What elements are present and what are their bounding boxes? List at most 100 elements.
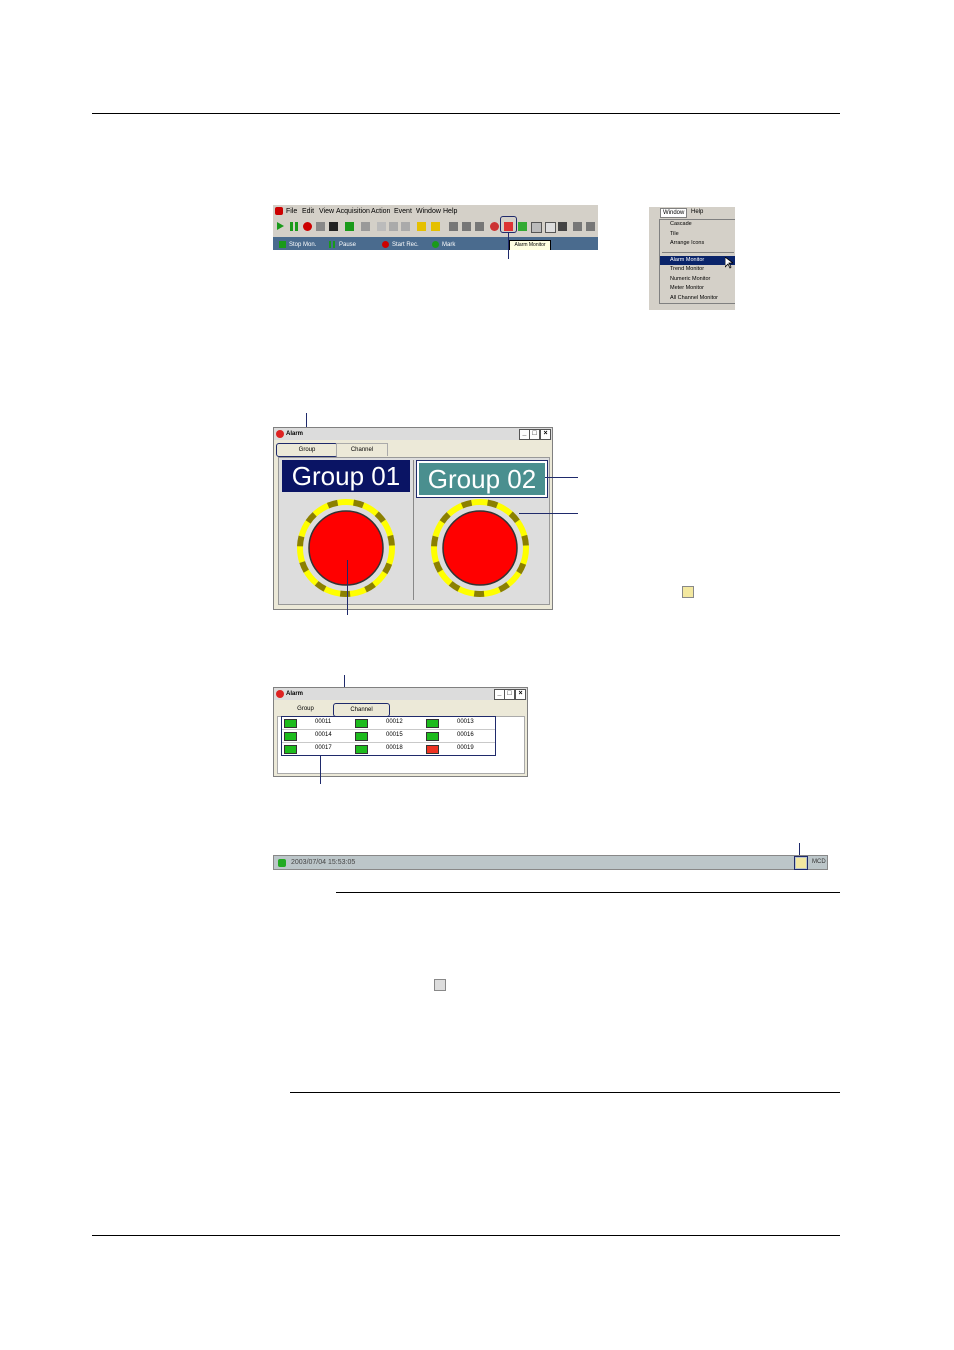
channel-number: 00012 bbox=[386, 719, 403, 725]
play-icon[interactable] bbox=[277, 222, 284, 230]
menu-action[interactable]: Action bbox=[371, 208, 390, 215]
trend-monitor-icon[interactable] bbox=[518, 222, 527, 231]
group-02-alarm-lamp bbox=[431, 499, 529, 597]
stop-monitor-icon bbox=[279, 241, 286, 248]
pause-icon[interactable] bbox=[290, 222, 299, 231]
cut-icon[interactable] bbox=[377, 222, 386, 231]
menu-item-meter-monitor[interactable]: Meter Monitor bbox=[660, 284, 735, 294]
app-icon bbox=[275, 207, 283, 215]
menu-item-all-channel-monitor[interactable]: All Channel Monitor bbox=[660, 294, 735, 304]
menu-item-alarm-monitor[interactable]: Alarm Monitor bbox=[660, 255, 735, 265]
alarm-led-icon bbox=[284, 745, 297, 754]
close-button[interactable]: × bbox=[540, 429, 551, 440]
alarm-led-icon bbox=[284, 719, 297, 728]
alarm-channel-titlebar: Alarm _ □ × bbox=[274, 688, 527, 700]
start-rec-button[interactable]: Start Rec. bbox=[382, 241, 419, 248]
close-button-2[interactable]: × bbox=[515, 689, 526, 700]
print-icon[interactable] bbox=[586, 222, 595, 231]
link-icon[interactable] bbox=[361, 222, 370, 231]
section-rule-1 bbox=[336, 892, 840, 893]
channel-cell[interactable]: 00015 bbox=[353, 731, 424, 741]
maximize-button-2[interactable]: □ bbox=[504, 689, 515, 700]
menu-file[interactable]: File bbox=[286, 208, 297, 215]
section-rule-2 bbox=[290, 1092, 840, 1093]
paste-icon[interactable] bbox=[401, 222, 410, 231]
all-channel-monitor-icon[interactable] bbox=[558, 222, 567, 231]
channel-cell[interactable]: 00016 bbox=[424, 731, 495, 741]
channel-number: 00016 bbox=[457, 732, 474, 738]
status-bar: 2003/07/04 15:53:05 MCD bbox=[273, 855, 828, 870]
report-icon[interactable] bbox=[573, 222, 582, 231]
channel-number: 00019 bbox=[457, 745, 474, 751]
toolbar-screenshot: File Edit View Acquisition Action Event … bbox=[273, 205, 598, 250]
pause-button[interactable]: Pause bbox=[329, 241, 356, 248]
alarm-led-icon bbox=[426, 719, 439, 728]
group-02-panel[interactable]: Group 02 bbox=[414, 460, 548, 600]
alarm-monitor-inline-icon bbox=[434, 979, 446, 991]
stop-icon[interactable] bbox=[329, 222, 338, 231]
mark-button[interactable]: Mark bbox=[432, 241, 455, 248]
tab-channel[interactable]: Channel bbox=[336, 443, 388, 456]
mark-label: Mark bbox=[442, 242, 456, 249]
alarm-led-icon bbox=[426, 732, 439, 741]
alarm-led-icon bbox=[355, 745, 368, 754]
maximize-button[interactable]: □ bbox=[529, 429, 540, 440]
copy-icon[interactable] bbox=[389, 222, 398, 231]
layout-icon-3[interactable] bbox=[475, 222, 484, 231]
step-icon[interactable] bbox=[316, 222, 325, 231]
mouse-cursor-icon bbox=[725, 257, 733, 269]
layout-icon-1[interactable] bbox=[449, 222, 458, 231]
channel-cell[interactable]: 00017 bbox=[282, 744, 353, 754]
stop-monitor-button[interactable]: Stop Mon. bbox=[279, 241, 316, 248]
channel-cell[interactable]: 00014 bbox=[282, 731, 353, 741]
lamp-ring-callout bbox=[519, 513, 578, 514]
header-rule bbox=[92, 113, 840, 114]
menu-item-arrange-icons[interactable]: Arrange Icons bbox=[660, 239, 735, 249]
status-remark: MCD bbox=[812, 859, 826, 865]
menu-item-trend-monitor[interactable]: Trend Monitor bbox=[660, 265, 735, 275]
menu-window[interactable]: Window bbox=[416, 208, 441, 215]
menu-item-tile[interactable]: Tile bbox=[660, 230, 735, 240]
tab-group-2[interactable]: Group bbox=[278, 703, 333, 715]
numeric-monitor-icon[interactable] bbox=[531, 222, 542, 233]
channel-row: 00017 00018 00019 bbox=[282, 743, 495, 755]
menu-acquisition[interactable]: Acquisition bbox=[336, 208, 370, 215]
alarm-acknowledge-icon[interactable] bbox=[490, 222, 499, 231]
channel-cell[interactable]: 00013 bbox=[424, 718, 495, 728]
menu-help-2[interactable]: Help bbox=[691, 209, 703, 215]
alarm-led-icon bbox=[284, 732, 297, 741]
menu-help[interactable]: Help bbox=[443, 208, 457, 215]
mark-icon[interactable] bbox=[345, 222, 354, 231]
start-rec-icon bbox=[382, 241, 389, 248]
menu-window-open[interactable]: Window bbox=[660, 208, 688, 218]
channel-cell[interactable]: 00011 bbox=[282, 718, 353, 728]
alarm-led-icon bbox=[426, 745, 439, 754]
alarm-led-icon bbox=[355, 732, 368, 741]
tab-group[interactable]: Group bbox=[276, 443, 338, 457]
record-icon[interactable] bbox=[303, 222, 312, 231]
channel-row: 00014 00015 00016 bbox=[282, 730, 495, 743]
channel-number: 00011 bbox=[315, 719, 332, 725]
menu-event[interactable]: Event bbox=[394, 208, 412, 215]
menu-view[interactable]: View bbox=[319, 208, 334, 215]
alarm-bell-status-icon[interactable] bbox=[794, 856, 808, 870]
star-icon[interactable] bbox=[431, 222, 440, 231]
group-01-panel[interactable]: Group 01 bbox=[280, 460, 412, 600]
alarm-window-title: Alarm bbox=[286, 431, 304, 437]
alarm-channel-window-icon bbox=[276, 690, 284, 698]
menu-item-cascade[interactable]: Cascade bbox=[660, 220, 735, 230]
meter-monitor-icon[interactable] bbox=[545, 222, 556, 233]
channel-cell[interactable]: 00018 bbox=[353, 744, 424, 754]
channel-cell[interactable]: 00012 bbox=[353, 718, 424, 728]
layout-icon-2[interactable] bbox=[462, 222, 471, 231]
group-label-callout bbox=[545, 477, 578, 478]
group-01-alarm-lamp bbox=[297, 499, 395, 597]
channel-cell[interactable]: 00019 bbox=[424, 744, 495, 754]
event-icon[interactable] bbox=[417, 222, 426, 231]
tab-channel-2[interactable]: Channel bbox=[333, 703, 390, 717]
menu-item-numeric-monitor[interactable]: Numeric Monitor bbox=[660, 275, 735, 285]
window-menu-bar: Window Help bbox=[649, 207, 735, 218]
alarm-monitor-highlight bbox=[500, 216, 517, 233]
channel-grid-callout bbox=[320, 756, 321, 784]
menu-edit[interactable]: Edit bbox=[302, 208, 314, 215]
